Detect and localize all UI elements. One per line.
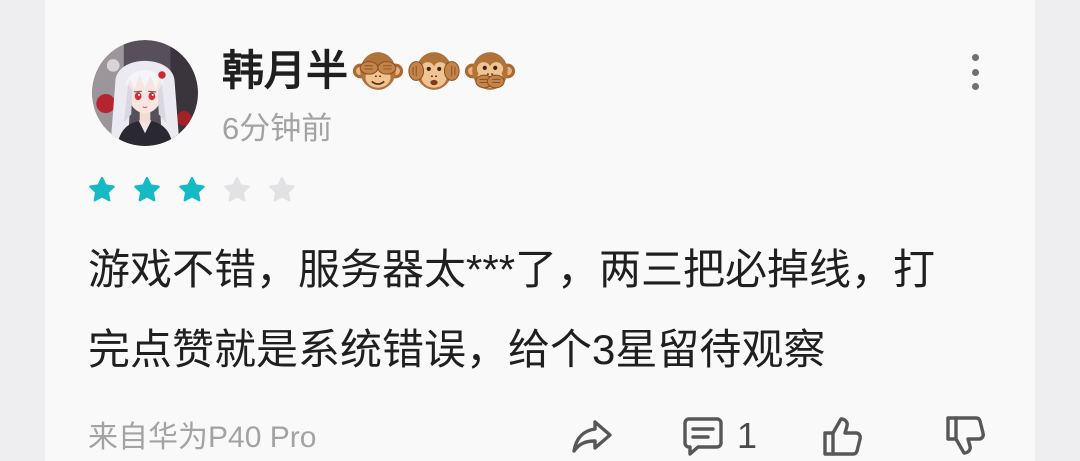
star-filled-icon <box>179 176 205 202</box>
more-dot <box>971 54 979 61</box>
speak-no-evil-monkey-icon <box>464 52 516 90</box>
star-filled-icon <box>134 176 160 202</box>
comment-icon <box>683 417 723 456</box>
thumbs-down-icon <box>946 416 985 455</box>
review-screen: 韩月半 6分钟前 游戏不错，服务器太***了，两三把必掉线，打 完点赞就是系统错… <box>0 0 1080 461</box>
more-vertical-icon[interactable] <box>963 50 987 94</box>
see-no-evil-monkey-icon <box>352 52 404 90</box>
like-button[interactable] <box>820 414 864 458</box>
dislike-button[interactable] <box>943 414 987 458</box>
review-text: 游戏不错，服务器太***了，两三把必掉线，打 完点赞就是系统错误，给个3星留待观… <box>88 230 1018 390</box>
star-empty-icon <box>269 176 295 202</box>
comment-button[interactable]: 1 <box>681 414 757 458</box>
more-dot <box>971 68 979 76</box>
star-rating <box>86 174 298 206</box>
more-dot <box>971 83 979 90</box>
avatar-image <box>92 40 198 146</box>
share-icon <box>572 420 612 453</box>
avatar[interactable] <box>92 40 198 146</box>
comment-count: 1 <box>737 415 758 456</box>
username[interactable]: 韩月半 <box>222 44 348 98</box>
post-time: 6分钟前 <box>222 111 333 146</box>
star-filled-icon <box>89 176 115 202</box>
share-button[interactable] <box>570 414 614 458</box>
device-label: 来自华为P40 Pro <box>88 421 317 454</box>
username-emojis <box>352 48 516 94</box>
star-empty-icon <box>224 176 250 202</box>
review-text-line: 游戏不错，服务器太***了，两三把必掉线，打 <box>88 246 936 293</box>
thumbs-up-icon <box>823 417 862 456</box>
user-header: 韩月半 <box>222 44 516 98</box>
review-text-line: 完点赞就是系统错误，给个3星留待观察 <box>88 326 826 373</box>
review-card: 韩月半 6分钟前 游戏不错，服务器太***了，两三把必掉线，打 完点赞就是系统错… <box>45 0 1035 461</box>
hear-no-evil-monkey-icon <box>408 52 460 90</box>
